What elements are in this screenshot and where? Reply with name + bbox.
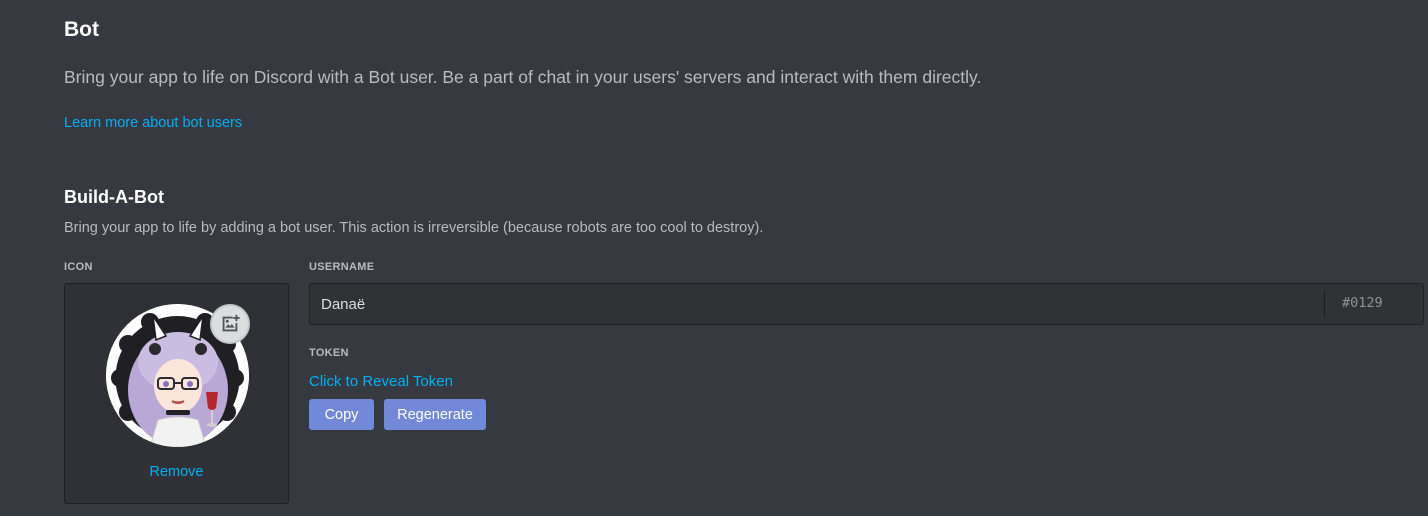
icon-label: ICON [64,261,93,273]
upload-image-button[interactable] [210,304,250,344]
reveal-token-link[interactable]: Click to Reveal Token [309,373,453,390]
username-input[interactable] [310,284,1320,324]
username-field: #0129 [309,283,1424,325]
section-title: Build-A-Bot [64,187,164,207]
token-label: TOKEN [309,347,349,359]
remove-icon-link[interactable]: Remove [65,464,288,480]
section-description: Bring your app to life by adding a bot u… [64,220,764,236]
learn-more-link[interactable]: Learn more about bot users [64,115,242,131]
username-label: USERNAME [309,261,375,273]
copy-token-button[interactable]: Copy [309,399,374,430]
field-divider [1324,290,1325,318]
page-description: Bring your app to life on Discord with a… [64,67,982,87]
bot-icon-panel: Remove [64,283,289,504]
image-add-icon [222,314,240,332]
page-title: Bot [64,18,99,41]
regenerate-token-button[interactable]: Regenerate [384,399,486,430]
discriminator: #0129 [1342,295,1383,311]
